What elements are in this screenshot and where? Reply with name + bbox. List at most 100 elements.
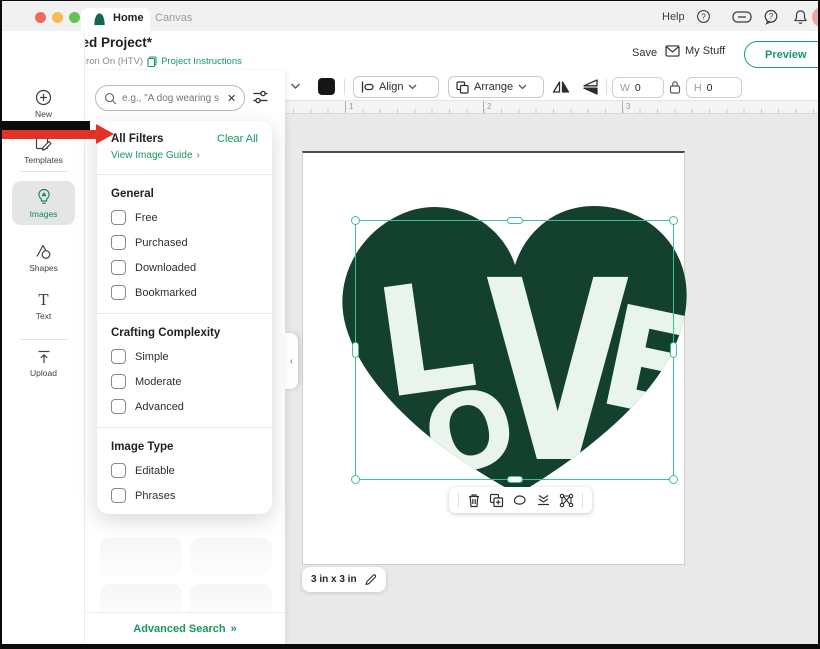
- image-placeholder-tile: [100, 538, 182, 576]
- upload-icon: [36, 349, 52, 365]
- checkbox[interactable]: [111, 285, 126, 300]
- checkbox[interactable]: [111, 374, 126, 389]
- resize-handle-top[interactable]: [507, 217, 523, 224]
- my-stuff-label: My Stuff: [685, 45, 725, 57]
- chevron-down-icon: [408, 84, 417, 90]
- resize-handle-bottom[interactable]: [507, 476, 523, 483]
- ruler-number: 2: [487, 102, 491, 111]
- cricut-logo-icon: [92, 12, 107, 27]
- width-input[interactable]: W 0: [612, 77, 664, 98]
- chat-help-icon[interactable]: ?: [763, 9, 779, 25]
- filter-option-label: Editable: [135, 465, 175, 477]
- filter-option-free[interactable]: Free: [111, 210, 258, 225]
- filter-sliders-icon[interactable]: [252, 89, 269, 105]
- checkbox[interactable]: [111, 399, 126, 414]
- svg-text:?: ?: [769, 12, 774, 21]
- toolbar-separator: [606, 79, 607, 95]
- project-instructions-icon: [147, 56, 157, 67]
- size-badge[interactable]: 3 in x 3 in: [302, 567, 386, 592]
- filter-option-purchased[interactable]: Purchased: [111, 235, 258, 250]
- arrange-dropdown[interactable]: Arrange: [448, 76, 544, 98]
- machine-icon[interactable]: [732, 11, 752, 23]
- filter-option-phrases[interactable]: Phrases: [111, 488, 258, 503]
- resize-handle-right[interactable]: [670, 342, 677, 358]
- resize-handle-left[interactable]: [352, 342, 359, 358]
- resize-handle-top-left[interactable]: [351, 216, 360, 225]
- filter-option-moderate[interactable]: Moderate: [111, 374, 258, 389]
- traffic-light-minimize[interactable]: [52, 12, 63, 23]
- delete-button[interactable]: [467, 493, 481, 508]
- my-stuff-button[interactable]: My Stuff: [665, 45, 725, 57]
- text-icon: T: [38, 293, 48, 308]
- image-search-bar[interactable]: ✕: [95, 85, 245, 111]
- clear-all-link[interactable]: Clear All: [217, 133, 258, 145]
- flip-vertical-icon[interactable]: [582, 79, 600, 95]
- traffic-light-close[interactable]: [35, 12, 46, 23]
- search-input[interactable]: [122, 93, 222, 104]
- filter-option-editable[interactable]: Editable: [111, 463, 258, 478]
- selection-action-bar: [449, 487, 592, 513]
- duplicate-button[interactable]: [489, 493, 504, 508]
- chevron-down-icon[interactable]: [290, 82, 301, 90]
- checkbox[interactable]: [111, 349, 126, 364]
- preview-button[interactable]: Preview: [744, 41, 820, 68]
- clear-search-icon[interactable]: ✕: [227, 92, 236, 105]
- filter-option-advanced[interactable]: Advanced: [111, 399, 258, 414]
- sidebar-item-label: Shapes: [29, 263, 58, 273]
- save-button[interactable]: Save: [632, 47, 657, 59]
- sidebar-item-upload[interactable]: Upload: [2, 349, 85, 378]
- notifications-bell-icon[interactable]: [793, 9, 808, 25]
- view-image-guide-link[interactable]: View Image Guide ›: [111, 150, 258, 161]
- project-instructions-link[interactable]: Project Instructions: [161, 56, 242, 67]
- sidebar-divider: [20, 171, 67, 172]
- traffic-light-zoom[interactable]: [69, 12, 80, 23]
- sidebar-item-shapes[interactable]: Shapes: [2, 243, 85, 273]
- selection-bounding-box[interactable]: [355, 220, 674, 480]
- help-circle-icon[interactable]: ?: [696, 9, 711, 24]
- sidebar-item-label: New: [35, 109, 52, 119]
- advanced-search-bar[interactable]: Advanced Search »: [85, 612, 285, 644]
- arrange-icon: [456, 81, 469, 94]
- tab-canvas[interactable]: Canvas: [155, 12, 192, 24]
- checkbox[interactable]: [111, 235, 126, 250]
- ruler-number: 3: [626, 102, 630, 111]
- filter-section-heading: Crafting Complexity: [111, 327, 258, 339]
- ruler-ticks: [285, 109, 818, 113]
- filter-option-simple[interactable]: Simple: [111, 349, 258, 364]
- flip-horizontal-icon[interactable]: [552, 79, 570, 95]
- filter-section-heading: Image Type: [111, 441, 258, 453]
- resize-handle-bottom-left[interactable]: [351, 475, 360, 484]
- help-label[interactable]: Help: [662, 11, 685, 23]
- user-avatar[interactable]: [812, 7, 820, 27]
- checkbox[interactable]: [111, 488, 126, 503]
- width-value: 0: [635, 82, 641, 94]
- filter-option-label: Downloaded: [135, 262, 196, 274]
- color-swatch[interactable]: [318, 78, 335, 95]
- checkbox[interactable]: [111, 260, 126, 275]
- filter-option-downloaded[interactable]: Downloaded: [111, 260, 258, 275]
- contour-button[interactable]: [512, 494, 527, 506]
- align-dropdown[interactable]: Align: [353, 76, 439, 98]
- attach-button[interactable]: [559, 493, 574, 508]
- height-label: H: [694, 82, 702, 94]
- checkbox[interactable]: [111, 210, 126, 225]
- filter-option-bookmarked[interactable]: Bookmarked: [111, 285, 258, 300]
- ruler-major-tick: [622, 101, 623, 113]
- resize-handle-bottom-right[interactable]: [669, 475, 678, 484]
- sidebar-item-text[interactable]: T Text: [2, 293, 85, 321]
- collapse-panel-button[interactable]: ‹: [285, 333, 298, 389]
- height-value: 0: [707, 82, 713, 94]
- resize-handle-top-right[interactable]: [669, 216, 678, 225]
- ruler-major-tick: [483, 101, 484, 113]
- sidebar-item-new[interactable]: New: [2, 89, 85, 119]
- edit-size-pencil-icon[interactable]: [364, 573, 377, 586]
- sidebar-item-images[interactable]: Images: [12, 181, 75, 225]
- checkbox[interactable]: [111, 463, 126, 478]
- height-input[interactable]: H 0: [686, 77, 742, 98]
- size-badge-label: 3 in x 3 in: [311, 574, 357, 585]
- tab-home-label[interactable]: Home: [113, 12, 144, 24]
- sidebar-item-templates[interactable]: Templates: [2, 135, 85, 165]
- flatten-button[interactable]: [536, 493, 551, 507]
- sidebar-item-label: Text: [36, 311, 52, 321]
- lock-icon[interactable]: [669, 80, 681, 94]
